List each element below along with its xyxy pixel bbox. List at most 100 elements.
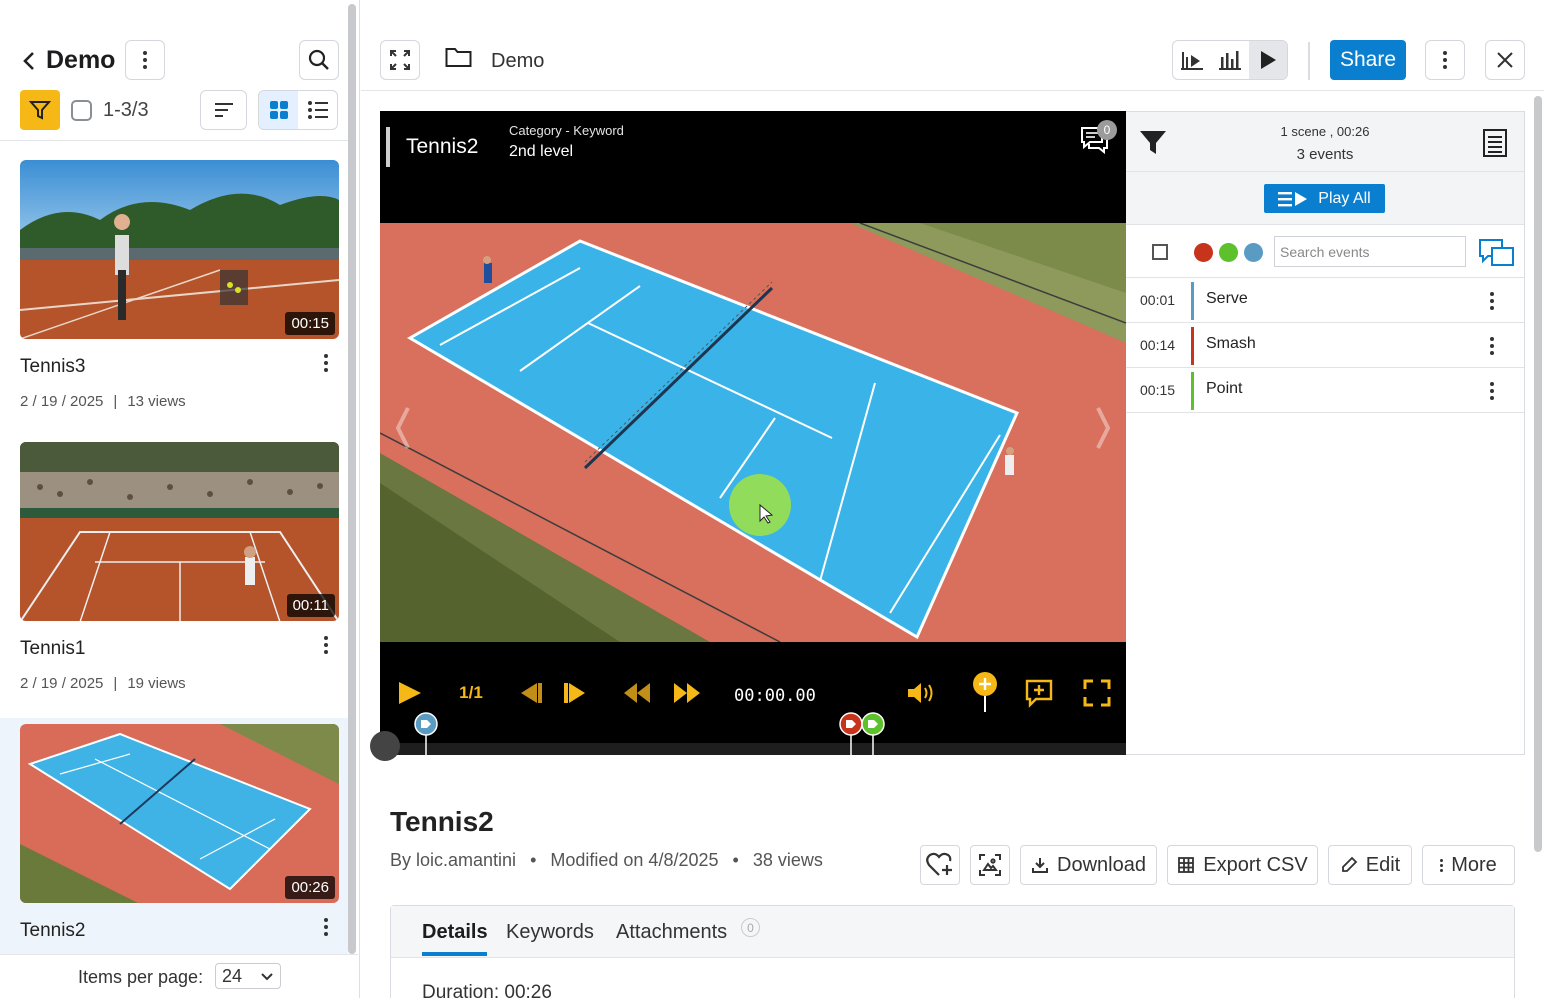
play-icon: [1261, 51, 1276, 69]
tag-marker-icon[interactable]: [861, 712, 885, 756]
volume-button[interactable]: [904, 676, 938, 710]
player-category: Category - Keyword: [509, 123, 624, 138]
duration-badge: 00:15: [285, 312, 335, 335]
card-title[interactable]: Tennis3: [20, 356, 86, 378]
search-button[interactable]: [299, 40, 339, 80]
download-button[interactable]: Download: [1020, 845, 1157, 885]
fast-forward-button[interactable]: [670, 676, 704, 710]
fullscreen-button[interactable]: [1080, 676, 1114, 710]
card-date: 2 / 19 / 2025: [20, 393, 104, 410]
speed-button[interactable]: 1/1: [454, 676, 488, 710]
color-filter-blue[interactable]: [1244, 243, 1263, 262]
video-thumbnail[interactable]: 00:26: [20, 724, 339, 903]
video-thumbnail[interactable]: 00:11: [20, 442, 339, 621]
toolbar-divider: [1308, 42, 1310, 80]
pencil-icon: [1341, 856, 1358, 872]
breadcrumb[interactable]: Demo: [491, 50, 544, 73]
card-menu-button[interactable]: [316, 350, 336, 376]
items-per-page-value: 24: [222, 965, 243, 986]
export-csv-button[interactable]: Export CSV: [1167, 845, 1318, 885]
tab-keywords[interactable]: Keywords: [506, 921, 594, 944]
folder-icon: [445, 48, 472, 67]
card-title[interactable]: Tennis1: [20, 638, 86, 660]
card-menu-button[interactable]: [316, 632, 336, 658]
event-menu-button[interactable]: [1487, 288, 1497, 314]
kebab-icon: [1440, 858, 1444, 872]
bar-chart-icon: [1219, 51, 1241, 70]
app-root: Demo 1-3/3 00:15 Tennis3 2 / 19 / 2025 |…: [0, 0, 1544, 998]
search-events-input[interactable]: Search events: [1274, 236, 1466, 267]
timeline-playhead[interactable]: [370, 731, 400, 761]
event-row[interactable]: 00:15 Point: [1126, 368, 1524, 413]
timecode: 00:00.00: [734, 686, 816, 706]
stats-view-button[interactable]: [1211, 41, 1249, 79]
view-toggle: [258, 90, 338, 130]
items-per-page-select[interactable]: 24: [215, 963, 281, 989]
sidebar-header: Demo 1-3/3: [0, 0, 348, 141]
timeline-view-button[interactable]: [1173, 41, 1211, 79]
video-frame-image: [380, 223, 1126, 642]
main-scrollbar[interactable]: [1534, 96, 1542, 852]
thumbnail-button[interactable]: [970, 845, 1010, 885]
sidebar-menu-button[interactable]: [125, 40, 165, 80]
color-filter-red[interactable]: [1194, 243, 1213, 262]
tab-attachments[interactable]: Attachments: [616, 921, 727, 944]
edit-button[interactable]: Edit: [1328, 845, 1412, 885]
timeline-chart-icon: [1181, 52, 1203, 70]
event-menu-button[interactable]: [1487, 333, 1497, 359]
sidebar-scrollbar[interactable]: [348, 4, 356, 954]
tag-marker-icon[interactable]: [839, 712, 863, 756]
list-icon: [307, 101, 328, 119]
expand-icon: [390, 50, 410, 70]
play-button[interactable]: [392, 676, 426, 710]
back-button[interactable]: [16, 44, 42, 78]
video-thumbnail[interactable]: 00:15: [20, 160, 339, 339]
select-all-checkbox[interactable]: [71, 100, 92, 121]
color-filter-green[interactable]: [1219, 243, 1238, 262]
timeline-track[interactable]: [370, 731, 1126, 761]
card-meta: 2 / 19 / 2025 | 19 views: [20, 675, 186, 692]
video-views: 38 views: [752, 850, 823, 870]
rewind-button[interactable]: [620, 676, 654, 710]
select-all-events-checkbox[interactable]: [1152, 244, 1168, 260]
duration-value: 00:26: [504, 982, 552, 998]
more-options-button[interactable]: [1425, 40, 1465, 80]
card-views: 19 views: [127, 675, 186, 692]
event-time: 00:14: [1140, 337, 1176, 353]
expand-button[interactable]: [380, 40, 420, 80]
grid-view-button[interactable]: [259, 91, 298, 129]
event-row[interactable]: 00:01 Serve: [1126, 278, 1524, 323]
list-view-button[interactable]: [298, 91, 337, 129]
player-view-button[interactable]: [1249, 41, 1287, 79]
card-title[interactable]: Tennis2: [20, 920, 86, 942]
add-comment-button[interactable]: [1022, 676, 1056, 710]
share-button[interactable]: Share: [1330, 40, 1406, 80]
sort-button[interactable]: [200, 90, 247, 130]
meta-bullet: •: [732, 850, 739, 870]
comments-icon[interactable]: [1478, 238, 1516, 268]
add-pin-icon: [973, 672, 997, 712]
active-tab-indicator: [422, 952, 487, 956]
step-forward-button[interactable]: [560, 676, 594, 710]
report-icon[interactable]: [1482, 128, 1508, 158]
favorite-button[interactable]: [920, 845, 960, 885]
card-menu-button[interactable]: [316, 914, 336, 940]
tab-details[interactable]: Details: [422, 921, 488, 944]
more-button[interactable]: More: [1422, 845, 1515, 885]
play-all-button[interactable]: Play All: [1264, 184, 1385, 213]
tag-marker-icon[interactable]: [414, 712, 438, 756]
filter-button[interactable]: [20, 90, 60, 130]
step-back-button[interactable]: [512, 676, 546, 710]
video-author: By loic.amantini: [390, 850, 517, 870]
video-frame[interactable]: [380, 223, 1126, 642]
close-button[interactable]: [1485, 40, 1525, 80]
event-menu-button[interactable]: [1487, 378, 1497, 404]
event-filter-row: Search events: [1126, 225, 1524, 278]
card-date: 2 / 19 / 2025: [20, 675, 104, 692]
top-bar: Demo Share: [361, 0, 1544, 91]
add-marker-button[interactable]: [968, 670, 1002, 714]
event-row[interactable]: 00:14 Smash: [1126, 323, 1524, 368]
player-controls: 1/1 00:00.00: [370, 642, 1126, 761]
attachments-count-badge: 0: [741, 918, 760, 937]
download-label: Download: [1057, 853, 1146, 876]
